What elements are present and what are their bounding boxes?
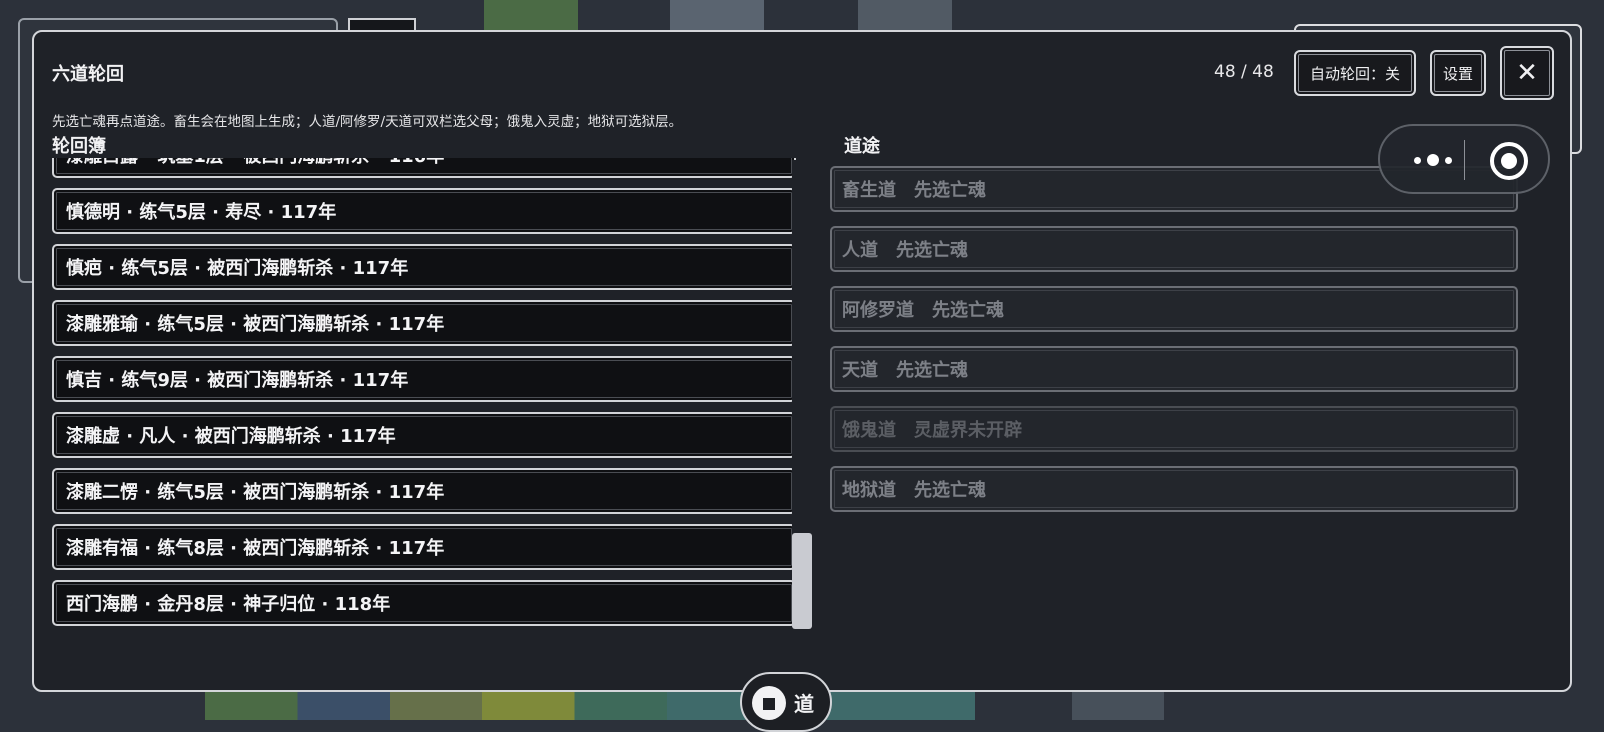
path-name: 人道 [842,240,878,261]
capsule-divider [1464,140,1465,180]
record-book-label: 轮回簿 [52,136,106,157]
path-status: 先选亡魂 [914,480,986,501]
background-tile-stone [858,0,952,32]
close-button[interactable]: ✕ [1500,46,1554,100]
soul-record-row[interactable]: 漆雕虚 · 凡人 · 被西门海鹏斩杀 · 117年 [52,412,796,458]
background-tile-stone-bottom [1072,692,1164,720]
path-status: 先选亡魂 [914,180,986,201]
more-dots-icon[interactable] [1406,146,1460,174]
soul-counter: 48 / 48 [1214,62,1274,82]
soul-record-row[interactable]: 漆雕二愣 · 练气5层 · 被西门海鹏斩杀 · 117年 [52,468,796,514]
soul-record-row[interactable]: 漆雕雅瑜 · 练气5层 · 被西门海鹏斩杀 · 117年 [52,300,796,346]
dialog-description: 先选亡魂再点道途。畜生会在地图上生成；人道/阿修罗/天道可双栏选父母；饿鬼入灵虚… [52,114,683,130]
background-tile-grass [484,0,578,32]
path-status: 灵虚界未开辟 [914,420,1022,441]
soul-record-row[interactable]: 慎吉 · 练气9层 · 被西门海鹏斩杀 · 117年 [52,356,796,402]
dao-button[interactable]: 道 [740,672,832,732]
path-option[interactable]: 地狱道 先选亡魂 [830,466,1518,512]
dao-stop-icon [752,686,786,720]
path-label: 道途 [844,136,880,157]
capsule-menu [1378,124,1550,194]
dialog-title: 六道轮回 [52,64,124,85]
path-name: 阿修罗道 [842,300,914,321]
soul-record-row[interactable]: 西门海鹏 · 金丹8层 · 神子归位 · 118年 [52,580,796,626]
background-map-strip [205,690,975,720]
soul-record-row[interactable]: 漆雕白露 · 筑基1层 · 被西门海鹏斩杀 · 116年 [52,158,796,178]
path-name: 地狱道 [842,480,896,501]
path-name: 饿鬼道 [842,420,896,441]
record-list-scroll-thumb[interactable] [792,533,812,629]
path-status: 先选亡魂 [896,360,968,381]
close-icon: ✕ [1516,58,1538,88]
target-circle-icon[interactable] [1490,142,1528,180]
background-tile-mountain [670,0,764,32]
settings-button[interactable]: 设置 [1430,50,1486,96]
path-option[interactable]: 饿鬼道 灵虚界未开辟 [830,406,1518,452]
soul-record-row[interactable]: 漆雕有福 · 练气8层 · 被西门海鹏斩杀 · 117年 [52,524,796,570]
path-option[interactable]: 阿修罗道 先选亡魂 [830,286,1518,332]
path-option[interactable]: 天道 先选亡魂 [830,346,1518,392]
soul-record-row[interactable]: 慎德明 · 练气5层 · 寿尽 · 117年 [52,188,796,234]
path-status: 先选亡魂 [896,240,968,261]
path-option[interactable]: 人道 先选亡魂 [830,226,1518,272]
path-name: 天道 [842,360,878,381]
path-name: 畜生道 [842,180,896,201]
path-status: 先选亡魂 [932,300,1004,321]
soul-record-list[interactable]: 漆雕白露 · 筑基1层 · 被西门海鹏斩杀 · 116年慎德明 · 练气5层 ·… [52,158,796,634]
dao-button-label: 道 [794,692,814,716]
auto-reincarnate-toggle[interactable]: 自动轮回：关 [1294,50,1416,96]
soul-record-row[interactable]: 慎疤 · 练气5层 · 被西门海鹏斩杀 · 117年 [52,244,796,290]
